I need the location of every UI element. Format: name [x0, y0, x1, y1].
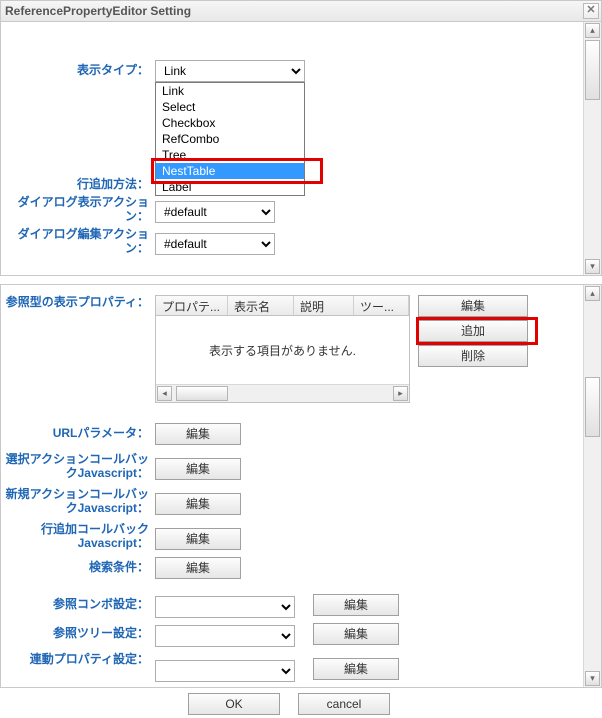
close-icon[interactable]: ✕ — [583, 3, 599, 19]
scroll-down-icon[interactable]: ▾ — [585, 671, 600, 686]
option-checkbox[interactable]: Checkbox — [156, 115, 304, 131]
search-cond-edit-button[interactable]: 編集 — [155, 557, 241, 579]
ref-combo-select[interactable] — [155, 596, 295, 618]
display-type-select[interactable]: Link — [155, 60, 305, 82]
dialog-titlebar: ReferencePropertyEditor Setting ✕ — [0, 0, 602, 22]
pane2-scrollbar[interactable]: ▴ ▾ — [583, 285, 601, 687]
dialog-edit-select[interactable]: #default — [155, 233, 275, 255]
ok-button[interactable]: OK — [188, 693, 280, 715]
option-label[interactable]: Label — [156, 179, 304, 195]
label-search-cond: 検索条件： — [1, 557, 155, 574]
scroll-up-icon[interactable]: ▴ — [585, 286, 600, 301]
dialog-title: ReferencePropertyEditor Setting — [5, 4, 191, 18]
scroll-thumb[interactable] — [585, 40, 600, 100]
option-nesttable[interactable]: NestTable — [156, 163, 304, 179]
ref-edit-button[interactable]: 編集 — [418, 295, 528, 317]
label-ref-prop: 参照型の表示プロパティ： — [1, 295, 155, 309]
addrow-cb-edit-button[interactable]: 編集 — [155, 528, 241, 550]
option-refcombo[interactable]: RefCombo — [156, 131, 304, 147]
option-select[interactable]: Select — [156, 99, 304, 115]
hscroll-right-icon[interactable]: ▸ — [393, 386, 408, 401]
label-add-method: 行追加方法： — [1, 174, 155, 191]
url-param-edit-button[interactable]: 編集 — [155, 423, 241, 445]
label-display-type: 表示タイプ： — [1, 60, 155, 77]
scroll-thumb[interactable] — [585, 377, 600, 437]
lower-pane: 参照型の表示プロパティ： プロパテ... 表示名 説明 ツー... 表示する項目… — [0, 284, 602, 688]
label-dialog-show: ダイアログ表示アクション： — [1, 195, 155, 223]
label-linked-prop: 連動プロパティ設定： — [1, 652, 155, 666]
select-cb-edit-button[interactable]: 編集 — [155, 458, 241, 480]
table-hscroll[interactable]: ◂ ▸ — [156, 384, 409, 402]
label-ref-combo: 参照コンボ設定： — [1, 594, 155, 611]
scroll-up-icon[interactable]: ▴ — [585, 23, 600, 38]
option-link[interactable]: Link — [156, 83, 304, 99]
ref-tree-select[interactable] — [155, 625, 295, 647]
ref-add-button[interactable]: 追加 — [418, 320, 528, 342]
new-cb-edit-button[interactable]: 編集 — [155, 493, 241, 515]
pane1-scrollbar[interactable]: ▴ ▾ — [583, 22, 601, 275]
linked-prop-edit-button[interactable]: 編集 — [313, 658, 399, 680]
ref-tree-edit-button[interactable]: 編集 — [313, 623, 399, 645]
cancel-button[interactable]: cancel — [298, 693, 390, 715]
table-empty-text: 表示する項目がありません. — [156, 342, 409, 359]
label-new-cb: 新規アクションコールバックJavascript： — [1, 487, 155, 515]
hscroll-thumb[interactable] — [176, 386, 228, 401]
ref-prop-buttons: 編集 追加 削除 — [418, 295, 530, 403]
upper-pane: 表示タイプ： Link Link Select Checkbox RefComb… — [0, 22, 602, 276]
scroll-down-icon[interactable]: ▾ — [585, 259, 600, 274]
th-displayname[interactable]: 表示名 — [228, 296, 294, 315]
label-addrow-cb: 行追加コールバックJavascript： — [1, 522, 155, 550]
th-property[interactable]: プロパテ... — [156, 296, 228, 315]
ref-prop-table: プロパテ... 表示名 説明 ツー... 表示する項目がありません. ◂ ▸ — [155, 295, 410, 403]
option-tree[interactable]: Tree — [156, 147, 304, 163]
label-select-cb: 選択アクションコールバックJavascript： — [1, 452, 155, 480]
ref-delete-button[interactable]: 削除 — [418, 345, 528, 367]
ref-combo-edit-button[interactable]: 編集 — [313, 594, 399, 616]
display-type-dropdown: Link Select Checkbox RefCombo Tree NestT… — [155, 82, 305, 196]
hscroll-left-icon[interactable]: ◂ — [157, 386, 172, 401]
th-tool[interactable]: ツー... — [354, 296, 409, 315]
label-url-param: URLパラメータ： — [1, 423, 155, 440]
display-type-control: Link Link Select Checkbox RefCombo Tree … — [155, 60, 305, 82]
table-header: プロパテ... 表示名 説明 ツー... — [156, 296, 409, 316]
label-dialog-edit: ダイアログ編集アクション： — [1, 227, 155, 255]
dialog-show-select[interactable]: #default — [155, 201, 275, 223]
dialog-footer: OK cancel — [1, 693, 601, 718]
th-description[interactable]: 説明 — [294, 296, 354, 315]
label-ref-tree: 参照ツリー設定： — [1, 623, 155, 640]
linked-prop-select[interactable] — [155, 660, 295, 682]
